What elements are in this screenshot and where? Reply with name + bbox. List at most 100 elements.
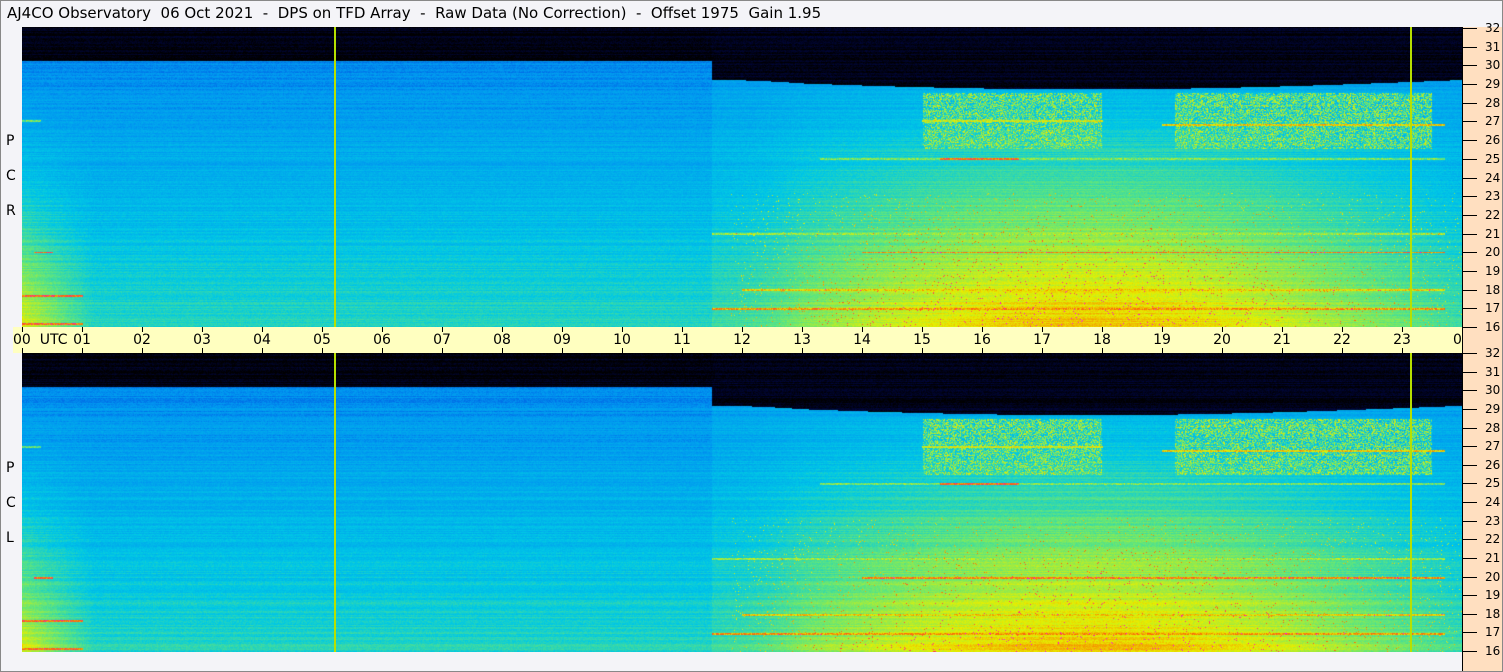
y-tick-mark bbox=[1463, 557, 1477, 559]
y-tick-mark bbox=[1463, 539, 1477, 541]
panel-label-letter: P bbox=[6, 460, 15, 476]
x-tick-label: 03 bbox=[193, 332, 211, 348]
x-tick-label: 08 bbox=[493, 332, 511, 348]
time-marker bbox=[1410, 353, 1412, 652]
x-tick-mark bbox=[862, 348, 863, 353]
x-tick-label: 14 bbox=[853, 332, 871, 348]
y-tick-label: 23 bbox=[1485, 189, 1501, 204]
x-tick-label: 05 bbox=[313, 332, 331, 348]
y-tick-mark bbox=[1463, 613, 1477, 615]
y-tick-label: 19 bbox=[1485, 588, 1501, 603]
y-tick-mark bbox=[1463, 121, 1477, 123]
x-tick-mark bbox=[202, 327, 203, 332]
panel-label-letter: P bbox=[6, 133, 15, 149]
x-tick-mark bbox=[1042, 348, 1043, 353]
y-tick-label: 24 bbox=[1485, 170, 1501, 185]
y-tick-label: 16 bbox=[1485, 320, 1501, 334]
x-tick-mark bbox=[1162, 327, 1163, 332]
y-tick-label: 32 bbox=[1485, 21, 1501, 35]
y-tick-label: 29 bbox=[1485, 77, 1501, 92]
y-tick-mark bbox=[1463, 520, 1477, 522]
x-tick-mark bbox=[562, 348, 563, 353]
x-tick-label: 13 bbox=[793, 332, 811, 348]
y-tick-label: 22 bbox=[1485, 532, 1501, 547]
y-tick-mark bbox=[1463, 427, 1477, 429]
y-tick-label: 22 bbox=[1485, 207, 1501, 222]
x-tick-label: 23 bbox=[1393, 332, 1411, 348]
y-tick-mark bbox=[1463, 214, 1477, 216]
y-tick-mark bbox=[1463, 371, 1477, 373]
spectrogram-window: AJ4CO Observatory 06 Oct 2021 - DPS on T… bbox=[0, 0, 1503, 672]
y-tick-label: 26 bbox=[1485, 457, 1501, 472]
y-tick-label: 18 bbox=[1485, 606, 1501, 621]
x-tick-mark bbox=[502, 348, 503, 353]
y-tick-mark bbox=[1463, 483, 1477, 485]
y-tick-label: 20 bbox=[1485, 245, 1501, 260]
y-tick-mark bbox=[1463, 270, 1477, 272]
x-tick-label: 01 bbox=[73, 332, 91, 348]
panel-label-letter: C bbox=[6, 168, 16, 184]
y-tick-label: 29 bbox=[1485, 401, 1501, 416]
y-tick-mark bbox=[1463, 632, 1477, 634]
x-tick-mark bbox=[742, 348, 743, 353]
y-tick-mark bbox=[1463, 308, 1477, 310]
y-tick-label: 27 bbox=[1485, 439, 1501, 454]
x-tick-mark bbox=[22, 327, 23, 332]
time-marker bbox=[1410, 27, 1412, 327]
y-tick-label: 25 bbox=[1485, 476, 1501, 491]
y-tick-mark bbox=[1463, 252, 1477, 254]
x-tick-mark bbox=[1222, 327, 1223, 332]
panel-label-letter: C bbox=[6, 495, 16, 511]
x-tick-mark bbox=[1282, 348, 1283, 353]
y-tick-mark bbox=[1463, 102, 1477, 104]
y-tick-mark bbox=[1463, 502, 1477, 503]
x-tick-mark bbox=[982, 348, 983, 353]
y-tick-label: 16 bbox=[1485, 644, 1501, 658]
y-tick-label: 30 bbox=[1485, 58, 1501, 73]
rcp-spectrogram-panel bbox=[22, 27, 1462, 327]
x-tick-label: 16 bbox=[973, 332, 991, 348]
x-tick-mark bbox=[1222, 348, 1223, 353]
x-tick-mark bbox=[22, 348, 23, 353]
x-tick-mark bbox=[262, 327, 263, 332]
x-tick-mark bbox=[322, 348, 323, 353]
x-tick-mark bbox=[922, 348, 923, 353]
y-tick-mark bbox=[1463, 464, 1477, 466]
lcp-spectrogram-panel bbox=[22, 353, 1462, 652]
y-tick-mark bbox=[1463, 390, 1477, 392]
x-tick-label: 12 bbox=[733, 332, 751, 348]
y-tick-label: 28 bbox=[1485, 420, 1501, 435]
y-tick-mark bbox=[1463, 408, 1477, 410]
y-tick-label: 24 bbox=[1485, 495, 1501, 509]
x-tick-label: 10 bbox=[613, 332, 631, 348]
x-tick-mark bbox=[442, 348, 443, 353]
x-tick-label: 21 bbox=[1273, 332, 1291, 348]
x-tick-label: 04 bbox=[253, 332, 271, 348]
y-tick-label: 30 bbox=[1485, 383, 1501, 398]
y-tick-mark bbox=[1463, 140, 1477, 142]
time-axis: 00 UTC 01 02 03 04 05 06 07 08 09 10 11 12 13 14 15 16 17… bbox=[13, 327, 1502, 353]
x-tick-mark bbox=[1102, 348, 1103, 353]
x-tick-label: 22 bbox=[1333, 332, 1351, 348]
x-tick-mark bbox=[682, 348, 683, 353]
x-tick-label: 20 bbox=[1213, 332, 1231, 348]
y-tick-label: 26 bbox=[1485, 133, 1501, 148]
x-tick-mark bbox=[1282, 327, 1283, 332]
x-tick-mark bbox=[1102, 327, 1103, 332]
x-tick-mark bbox=[82, 348, 83, 353]
y-tick-label: 32 bbox=[1485, 346, 1501, 360]
y-tick-mark bbox=[1463, 177, 1477, 179]
chart-title: AJ4CO Observatory 06 Oct 2021 - DPS on T… bbox=[7, 4, 822, 22]
x-tick-mark bbox=[442, 327, 443, 332]
y-tick-label: 28 bbox=[1485, 95, 1501, 110]
x-tick-label: 06 bbox=[373, 332, 391, 348]
x-tick-mark bbox=[982, 327, 983, 332]
y-tick-mark bbox=[1463, 158, 1477, 160]
y-tick-mark bbox=[1463, 46, 1477, 48]
x-tick-label: 02 bbox=[133, 332, 151, 348]
x-tick-mark bbox=[142, 327, 143, 332]
y-tick-label: 27 bbox=[1485, 114, 1501, 129]
time-marker bbox=[334, 27, 336, 327]
frequency-axis: 32 31 30 29 28 27 26 25 24 23 22 21 20 19 18 17 16 32 31 30… bbox=[1462, 21, 1502, 671]
x-tick-mark bbox=[562, 327, 563, 332]
